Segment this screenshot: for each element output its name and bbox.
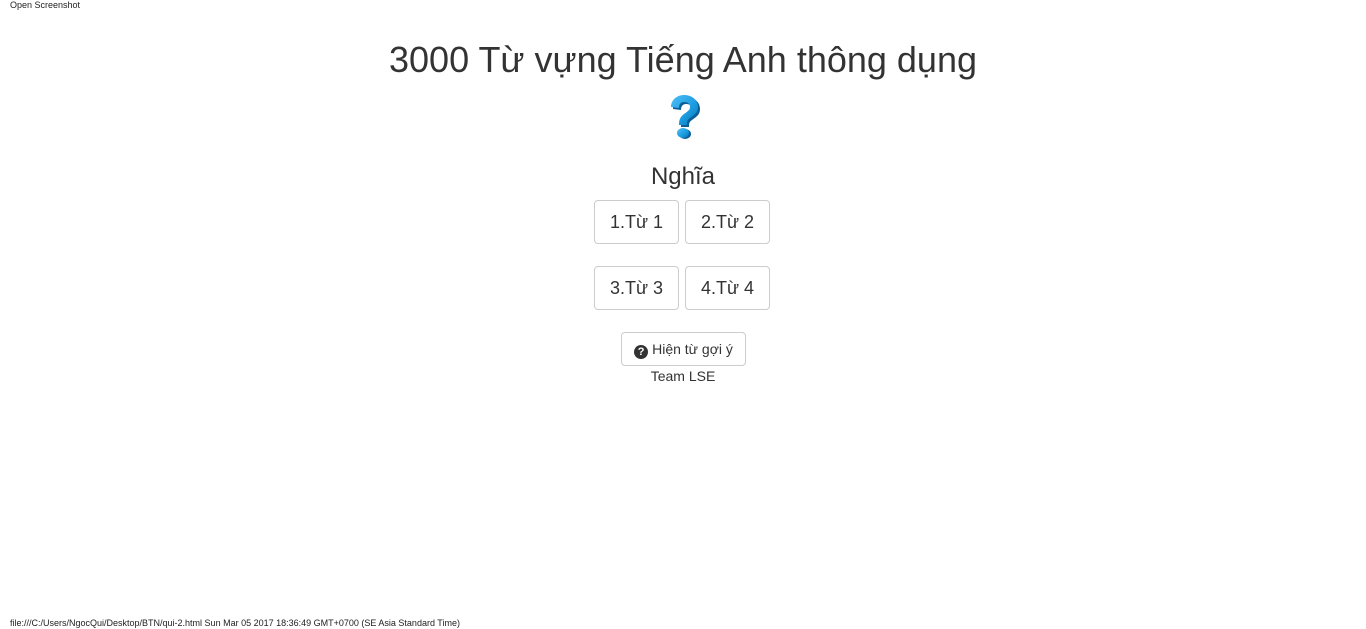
meaning-label: Nghĩa (650, 163, 716, 190)
team-credit: Team LSE (650, 368, 716, 384)
open-screenshot-link[interactable]: Open Screenshot (10, 0, 80, 11)
page-title: 3000 Từ vựng Tiếng Anh thông dụng (389, 39, 977, 80)
print-footer-info: file:///C:/Users/NgocQui/Desktop/BTN/qui… (10, 618, 460, 628)
show-hint-label: Hiện từ gợi ý (652, 341, 733, 357)
question-mark-icon (671, 95, 700, 139)
question-circle-icon: ? (634, 345, 649, 359)
page: Open Screenshot 3000 Từ vựng Tiếng Anh t… (0, 0, 1366, 629)
answer-option-3-button[interactable]: 3.Từ 3 (594, 266, 679, 310)
answer-option-2-button[interactable]: 2.Từ 2 (685, 200, 770, 244)
show-hint-button[interactable]: ? Hiện từ gợi ý (621, 332, 746, 366)
answer-option-1-button[interactable]: 1.Từ 1 (594, 200, 679, 244)
answer-option-4-button[interactable]: 4.Từ 4 (685, 266, 770, 310)
